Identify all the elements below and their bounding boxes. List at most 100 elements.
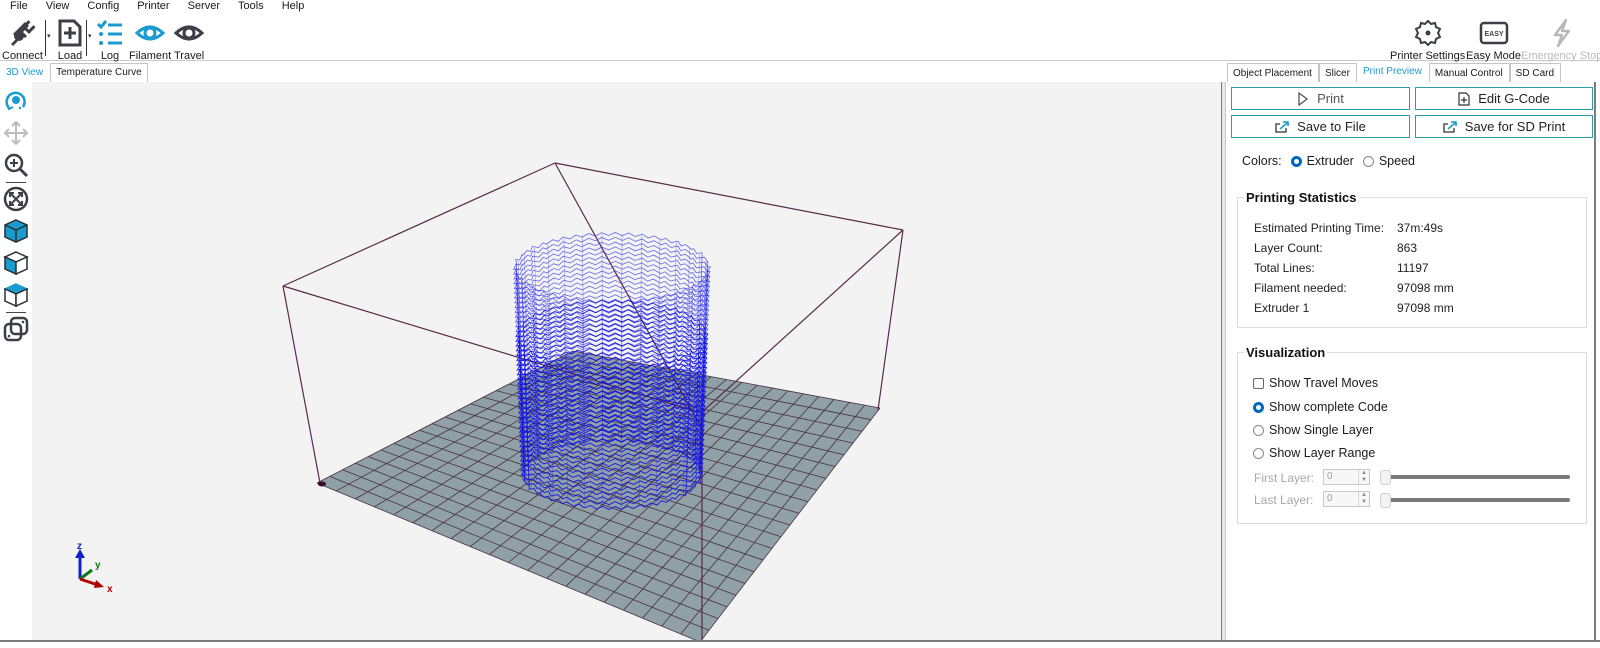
- axes-gizmo: z y x: [75, 541, 113, 595]
- tab-temperature-curve[interactable]: Temperature Curve: [50, 63, 148, 82]
- last-layer-value: 0: [1327, 493, 1333, 504]
- log-button[interactable]: Log: [96, 18, 124, 62]
- radio-show-complete-code[interactable]: [1253, 401, 1264, 413]
- last-layer-spinner[interactable]: 0 ▲ ▼: [1323, 491, 1370, 507]
- toolbar-separator: [86, 20, 87, 56]
- printing-statistics-title: Printing Statistics: [1244, 190, 1359, 205]
- menu-tools[interactable]: Tools: [229, 0, 273, 14]
- print-button-label: Print: [1317, 91, 1344, 106]
- spinner-arrows-icon[interactable]: ▲ ▼: [1358, 470, 1369, 484]
- first-layer-spinner[interactable]: 0 ▲ ▼: [1323, 469, 1370, 485]
- radio-extruder-label: Extruder: [1306, 154, 1354, 168]
- show-complete-code-row: Show complete Code: [1253, 400, 1388, 414]
- load-button[interactable]: Load: [56, 18, 84, 62]
- filament-toggle-button[interactable]: Filament: [129, 18, 171, 62]
- emergency-stop-button[interactable]: Emergency Stop: [1521, 18, 1600, 62]
- visualization-group: Visualization Show Travel Moves Show com…: [1237, 345, 1587, 524]
- toolpath-layer: [512, 236, 711, 309]
- connect-dropdown-arrow[interactable]: ▾: [47, 32, 51, 40]
- first-layer-slider-thumb[interactable]: [1380, 470, 1391, 485]
- toolbar-separator: [45, 20, 46, 56]
- view-tabs: 3D View Temperature Curve: [0, 63, 149, 82]
- 3d-scene[interactable]: z y x: [32, 82, 1221, 640]
- view-toolbar-separator: [6, 182, 26, 183]
- rotate-icon[interactable]: [3, 88, 29, 114]
- last-layer-slider-thumb[interactable]: [1380, 493, 1391, 508]
- printer-settings-label: Printer Settings: [1390, 50, 1466, 62]
- save-to-file-button[interactable]: Save to File: [1231, 115, 1410, 138]
- menu-file[interactable]: File: [0, 0, 37, 14]
- frame-edge: [877, 229, 904, 411]
- tab-slicer[interactable]: Slicer: [1318, 63, 1357, 82]
- colors-selector: Colors: Extruder Speed: [1242, 154, 1415, 168]
- panel-splitter[interactable]: [1221, 82, 1226, 642]
- tab-object-placement[interactable]: Object Placement: [1227, 63, 1319, 82]
- spinner-arrows-icon[interactable]: ▲ ▼: [1358, 492, 1369, 506]
- show-travel-moves-row: Show Travel Moves: [1253, 376, 1378, 390]
- printing-statistics-group: Printing Statistics Estimated Printing T…: [1237, 190, 1587, 328]
- connect-label: Connect: [2, 50, 43, 62]
- panel-tabs: Object Placement Slicer Print Preview Ma…: [1227, 63, 1562, 82]
- toggle-objects-icon[interactable]: [3, 316, 29, 342]
- print-bed: [317, 351, 880, 640]
- stat-label: Estimated Printing Time:: [1254, 221, 1385, 235]
- show-single-layer-label: Show Single Layer: [1269, 423, 1374, 437]
- save-for-sd-label: Save for SD Print: [1464, 119, 1566, 134]
- show-travel-moves-label: Show Travel Moves: [1269, 376, 1379, 390]
- view-toolbar-separator: [6, 312, 26, 313]
- fit-view-icon[interactable]: [3, 186, 29, 212]
- y-axis-arrow: [79, 568, 93, 581]
- show-complete-code-label: Show complete Code: [1269, 400, 1388, 414]
- first-layer-slider-track[interactable]: [1380, 475, 1570, 479]
- add-file-icon: [58, 19, 82, 47]
- first-layer-value: 0: [1327, 471, 1333, 482]
- travel-label: Travel: [174, 50, 205, 62]
- iso-view-icon[interactable]: [3, 218, 29, 244]
- easy-mode-button[interactable]: EASY Easy Mode: [1466, 18, 1521, 62]
- tab-sd-card[interactable]: SD Card: [1509, 63, 1562, 82]
- origin-marker: [318, 481, 326, 487]
- show-travel-moves-checkbox[interactable]: [1253, 377, 1264, 389]
- edit-gcode-button[interactable]: Edit G-Code: [1415, 87, 1593, 110]
- load-dropdown-arrow[interactable]: ▾: [88, 32, 92, 40]
- top-view-icon[interactable]: [3, 282, 29, 308]
- radio-show-layer-range[interactable]: [1253, 447, 1264, 459]
- visualization-title: Visualization: [1244, 345, 1328, 360]
- last-layer-slider-track[interactable]: [1380, 498, 1570, 502]
- zoom-icon[interactable]: [3, 152, 29, 178]
- print-button[interactable]: Print: [1231, 87, 1410, 110]
- menu-view[interactable]: View: [37, 0, 79, 14]
- toolbar: Connect ▾ Load ▾ Log Filament Travel Pri…: [0, 14, 1600, 62]
- svg-text:EASY: EASY: [1484, 31, 1503, 38]
- radio-speed[interactable]: [1362, 155, 1374, 167]
- filament-label: Filament: [129, 50, 172, 62]
- stat-label: Layer Count:: [1254, 241, 1323, 255]
- stat-estimated-time: 37m:49s: [1397, 221, 1444, 235]
- tab-3d-view[interactable]: 3D View: [0, 63, 50, 82]
- menu-bar: File View Config Printer Server Tools He…: [0, 0, 1600, 14]
- tab-print-preview[interactable]: Print Preview: [1356, 63, 1429, 82]
- radio-show-single-layer[interactable]: [1253, 424, 1264, 436]
- menu-server[interactable]: Server: [179, 0, 229, 14]
- 3d-viewport[interactable]: z y x: [32, 82, 1221, 640]
- menu-printer[interactable]: Printer: [128, 0, 178, 14]
- save-for-sd-button[interactable]: Save for SD Print: [1415, 115, 1593, 138]
- menu-help[interactable]: Help: [273, 0, 314, 14]
- colors-label: Colors:: [1242, 154, 1282, 168]
- printer-settings-button[interactable]: Printer Settings: [1390, 18, 1465, 62]
- load-label: Load: [57, 50, 83, 62]
- y-axis-label: y: [95, 560, 101, 571]
- front-view-icon[interactable]: [3, 250, 29, 276]
- travel-toggle-button[interactable]: Travel: [174, 18, 204, 62]
- tab-manual-control[interactable]: Manual Control: [1428, 63, 1510, 82]
- radio-speed-label: Speed: [1378, 154, 1415, 168]
- menu-config[interactable]: Config: [78, 0, 128, 14]
- radio-extruder[interactable]: [1290, 155, 1302, 167]
- show-layer-range-row: Show Layer Range: [1253, 446, 1375, 460]
- export-icon: [1443, 120, 1457, 133]
- move-icon[interactable]: [3, 120, 29, 146]
- easy-mode-label: Easy Mode: [1466, 50, 1522, 62]
- connect-button[interactable]: Connect: [2, 18, 43, 62]
- show-single-layer-row: Show Single Layer: [1253, 423, 1373, 437]
- log-label: Log: [100, 50, 120, 62]
